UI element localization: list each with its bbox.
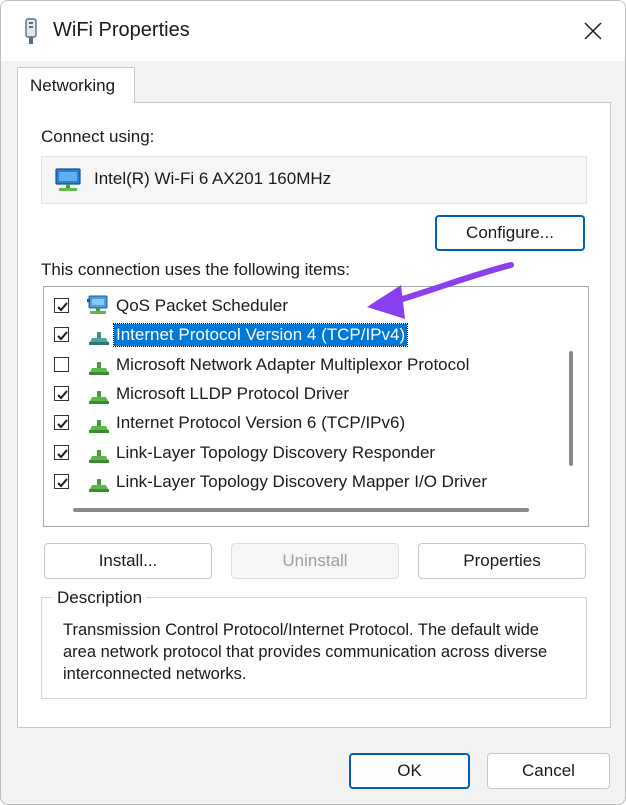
protocol-icon <box>89 390 109 404</box>
protocol-icon <box>86 324 112 351</box>
protocol-icon <box>86 442 112 469</box>
components-list[interactable]: QoS Packet Scheduler Internet Protocol Ve… <box>43 286 589 527</box>
check-icon <box>57 302 68 312</box>
item-checkbox[interactable] <box>54 415 69 431</box>
properties-button[interactable]: Properties <box>418 543 586 579</box>
protocol-icon <box>86 471 112 498</box>
item-label: Microsoft LLDP Protocol Driver <box>116 383 350 403</box>
item-label: Link-Layer Topology Discovery Mapper I/O… <box>116 471 487 491</box>
service-icon <box>86 295 112 322</box>
connect-using-label: Connect using: <box>41 127 155 146</box>
check-icon <box>57 478 68 488</box>
protocol-icon <box>86 354 112 381</box>
uninstall-button[interactable]: Uninstall <box>231 543 399 579</box>
check-icon <box>57 390 68 400</box>
protocol-icon <box>89 478 109 492</box>
item-checkbox[interactable] <box>54 327 69 343</box>
protocol-icon <box>86 412 112 439</box>
item-checkbox[interactable] <box>54 356 69 372</box>
window-title: WiFi Properties <box>53 19 190 41</box>
item-label: Internet Protocol Version 6 (TCP/IPv6) <box>116 413 406 433</box>
install-button[interactable]: Install... <box>44 543 212 579</box>
tab-networking-label: Networking <box>30 76 116 95</box>
list-item[interactable]: Microsoft LLDP Protocol Driver <box>44 379 564 408</box>
check-icon <box>57 331 68 341</box>
description-title: Description <box>53 588 147 608</box>
cancel-button[interactable]: Cancel <box>487 753 610 789</box>
adapter-field: Intel(R) Wi-Fi 6 AX201 160MHz <box>41 156 587 204</box>
tab-networking[interactable]: Networking <box>17 67 135 103</box>
wifi-properties-dialog: WiFi Properties Networking Connect using… <box>0 0 626 805</box>
protocol-icon <box>89 420 109 434</box>
annotation-arrow-icon <box>367 262 514 319</box>
description-text: Transmission Control Protocol/Internet P… <box>63 621 548 683</box>
ok-button[interactable]: OK <box>349 753 470 789</box>
protocol-icon <box>86 383 112 410</box>
item-label: Microsoft Network Adapter Multiplexor Pr… <box>116 354 470 374</box>
close-button[interactable] <box>573 11 613 51</box>
item-label: Link-Layer Topology Discovery Responder <box>116 442 436 462</box>
check-icon <box>57 448 68 458</box>
item-label: Internet Protocol Version 4 (TCP/IPv4) <box>112 323 409 348</box>
adapter-name: Intel(R) Wi-Fi 6 AX201 160MHz <box>94 169 332 188</box>
item-checkbox[interactable] <box>54 298 69 313</box>
list-item[interactable]: Internet Protocol Version 6 (TCP/IPv6) <box>44 408 564 437</box>
service-icon <box>87 295 108 314</box>
item-checkbox[interactable] <box>54 444 69 460</box>
item-label: QoS Packet Scheduler <box>116 296 288 315</box>
protocol-icon <box>89 449 109 463</box>
item-checkbox[interactable] <box>54 473 69 489</box>
title-bar[interactable]: WiFi Properties <box>1 1 625 61</box>
item-checkbox[interactable] <box>54 385 69 401</box>
list-item[interactable]: Microsoft Network Adapter Multiplexor Pr… <box>44 350 564 379</box>
wifi-adapter-icon <box>25 18 37 44</box>
list-item[interactable]: Internet Protocol Version 4 (TCP/IPv4) <box>44 320 564 349</box>
horizontal-scrollbar[interactable] <box>73 508 529 512</box>
list-item[interactable]: Link-Layer Topology Discovery Responder <box>44 438 564 467</box>
close-icon <box>584 22 602 40</box>
items-list-label: This connection uses the following items… <box>41 260 350 279</box>
network-adapter-icon <box>55 168 81 191</box>
list-item[interactable]: Link-Layer Topology Discovery Mapper I/O… <box>44 467 564 496</box>
check-icon <box>57 419 68 429</box>
vertical-scrollbar[interactable] <box>569 351 573 466</box>
configure-button[interactable]: Configure... <box>435 215 585 251</box>
protocol-icon <box>89 332 109 346</box>
protocol-icon <box>89 361 109 375</box>
